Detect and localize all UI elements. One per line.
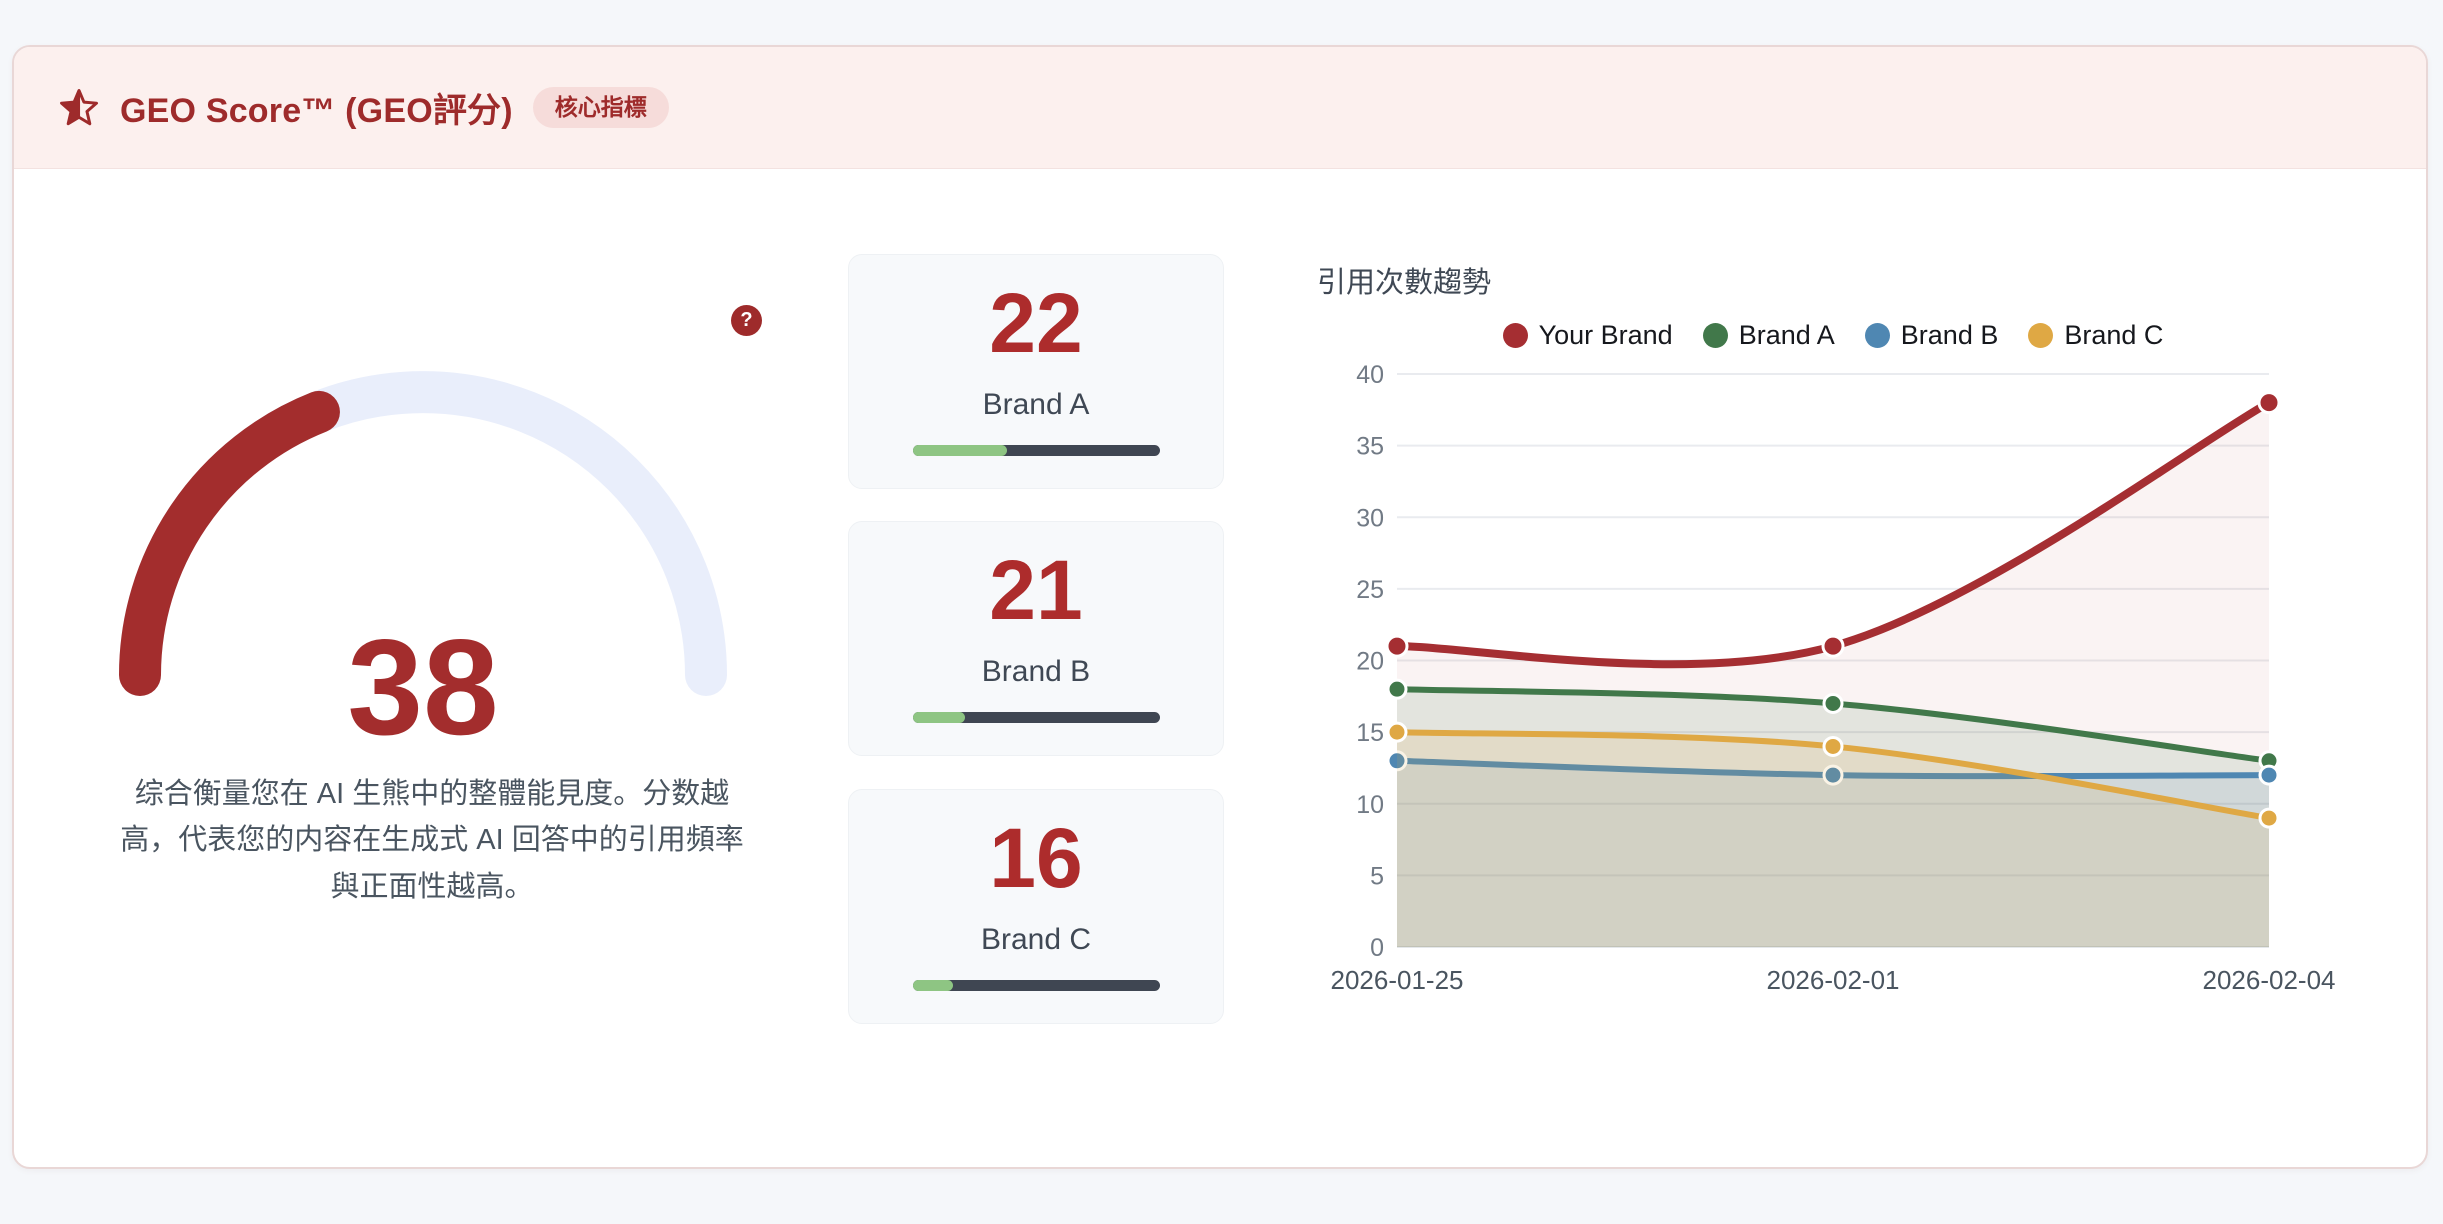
legend-dot-icon [1703,323,1728,348]
trend-chart: 05101520253035402026-01-252026-02-012026… [1322,357,2302,1017]
geo-score-card: GEO Score™ (GEO評分) 核心指標 ? 38 综合衡量您在 AI 生… [12,45,2428,1169]
card-title: GEO Score™ (GEO評分) [120,83,513,132]
legend-dot-icon [1503,323,1528,348]
competitor-value: 16 [849,816,1223,900]
competitor-progress-track [913,712,1160,723]
competitor-value: 22 [849,281,1223,365]
legend-label: Brand B [1901,320,1999,351]
competitor-name: Brand C [849,923,1223,957]
competitor-progress-fill [913,712,965,723]
star-half-icon [58,87,100,129]
svg-text:2026-01-25: 2026-01-25 [1331,965,1464,995]
legend-dot-icon [1865,323,1890,348]
help-icon[interactable]: ? [731,305,762,336]
svg-text:40: 40 [1356,361,1384,389]
gauge-score-value: 38 [223,619,623,755]
chart-title: 引用次數趨勢 [1317,259,1491,301]
legend-label: Brand C [2064,320,2163,351]
svg-text:5: 5 [1370,862,1384,890]
svg-text:15: 15 [1356,719,1384,747]
competitor-progress-fill [913,980,953,991]
card-header: GEO Score™ (GEO評分) 核心指標 [14,47,2426,169]
page: GEO Score™ (GEO評分) 核心指標 ? 38 综合衡量您在 AI 生… [0,0,2443,1224]
competitor-name: Brand B [849,655,1223,689]
svg-text:2026-02-04: 2026-02-04 [2203,965,2336,995]
competitor-name: Brand A [849,388,1223,422]
legend-item[interactable]: Brand A [1703,320,1835,351]
legend-label: Your Brand [1539,320,1673,351]
competitor-card-brand-b: 21 Brand B [848,521,1224,756]
svg-text:10: 10 [1356,791,1384,819]
competitor-card-brand-a: 22 Brand A [848,254,1224,489]
legend-item[interactable]: Brand B [1865,320,1999,351]
svg-text:35: 35 [1356,433,1384,461]
legend-dot-icon [2028,323,2053,348]
legend-item[interactable]: Brand C [2028,320,2163,351]
legend-label: Brand A [1739,320,1835,351]
svg-text:25: 25 [1356,576,1384,604]
competitor-progress-track [913,445,1160,456]
competitor-progress-track [913,980,1160,991]
competitor-card-brand-c: 16 Brand C [848,789,1224,1024]
svg-text:30: 30 [1356,504,1384,532]
gauge-description: 综合衡量您在 AI 生熊中的整體能見度。分数越高，代表您的内容在生成式 AI 回… [108,771,756,910]
competitor-progress-fill [913,445,1007,456]
core-metric-badge: 核心指標 [533,87,669,128]
legend-item[interactable]: Your Brand [1503,320,1673,351]
competitor-value: 21 [849,548,1223,632]
svg-text:20: 20 [1356,648,1384,676]
svg-text:2026-02-01: 2026-02-01 [1767,965,1900,995]
chart-legend: Your Brand Brand A Brand B Brand C [1397,315,2269,355]
svg-text:0: 0 [1370,934,1384,962]
